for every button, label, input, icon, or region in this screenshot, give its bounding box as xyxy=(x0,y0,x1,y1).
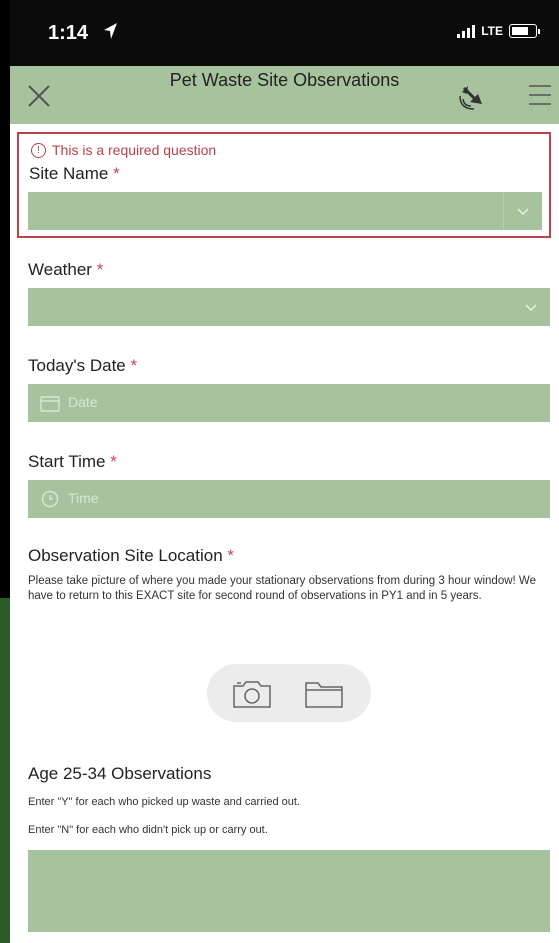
required-star: * xyxy=(113,164,120,183)
site-name-dropdown[interactable] xyxy=(28,192,542,230)
gps-icon[interactable] xyxy=(458,82,488,110)
age-25-34-textarea[interactable] xyxy=(28,850,550,932)
start-time-label-text: Start Time xyxy=(28,452,106,471)
status-indicators: LTE xyxy=(457,24,540,38)
weather-label: Weather * xyxy=(28,260,103,280)
age-25-34-hint-y: Enter "Y" for each who picked up waste a… xyxy=(28,796,300,808)
date-input[interactable]: Date xyxy=(28,384,550,422)
observation-site-description: Please take picture of where you made yo… xyxy=(28,575,536,602)
todays-date-label: Today's Date * xyxy=(28,356,137,376)
todays-date-label-text: Today's Date xyxy=(28,356,126,375)
date-placeholder: Date xyxy=(68,394,98,410)
start-time-label: Start Time * xyxy=(28,452,117,472)
observation-site-location-label-text: Observation Site Location xyxy=(28,546,223,565)
age-25-34-hint-n: Enter "N" for each who didn't pick up or… xyxy=(28,824,268,836)
age-25-34-label: Age 25-34 Observations xyxy=(28,764,212,783)
required-error-message: ! This is a required question xyxy=(31,142,216,158)
status-bar: 1:14 LTE xyxy=(10,0,559,66)
app-header: Pet Waste Site Observations xyxy=(10,66,559,124)
site-name-label-text: Site Name xyxy=(29,164,109,183)
clock-icon xyxy=(41,490,59,508)
chevron-down-icon xyxy=(525,304,537,312)
alert-icon: ! xyxy=(31,142,46,158)
required-star: * xyxy=(96,260,104,279)
phone-screen: 1:14 LTE Pet Waste Site Observations ! T… xyxy=(10,0,559,943)
site-name-question: ! This is a required question Site Name … xyxy=(17,132,551,238)
location-arrow-icon xyxy=(104,23,117,39)
required-star: * xyxy=(110,452,117,471)
status-time: 1:14 xyxy=(48,22,89,44)
weather-dropdown[interactable] xyxy=(28,288,550,326)
folder-icon[interactable] xyxy=(303,679,345,709)
chevron-down-icon xyxy=(517,208,529,216)
camera-icon[interactable] xyxy=(231,679,273,709)
menu-icon[interactable] xyxy=(526,80,554,110)
required-star: * xyxy=(227,546,235,565)
signal-icon xyxy=(457,24,476,38)
time-input[interactable]: Time xyxy=(28,480,550,518)
required-star: * xyxy=(130,356,138,375)
calendar-icon xyxy=(40,396,60,412)
weather-label-text: Weather xyxy=(28,260,92,279)
battery-icon xyxy=(509,24,540,38)
dropdown-separator xyxy=(503,192,504,230)
network-type: LTE xyxy=(481,24,503,38)
media-picker xyxy=(207,664,371,722)
required-error-text: This is a required question xyxy=(52,142,217,158)
time-placeholder: Time xyxy=(68,490,99,506)
observation-site-location-label: Observation Site Location * xyxy=(28,546,234,566)
site-name-label: Site Name * xyxy=(29,164,120,184)
